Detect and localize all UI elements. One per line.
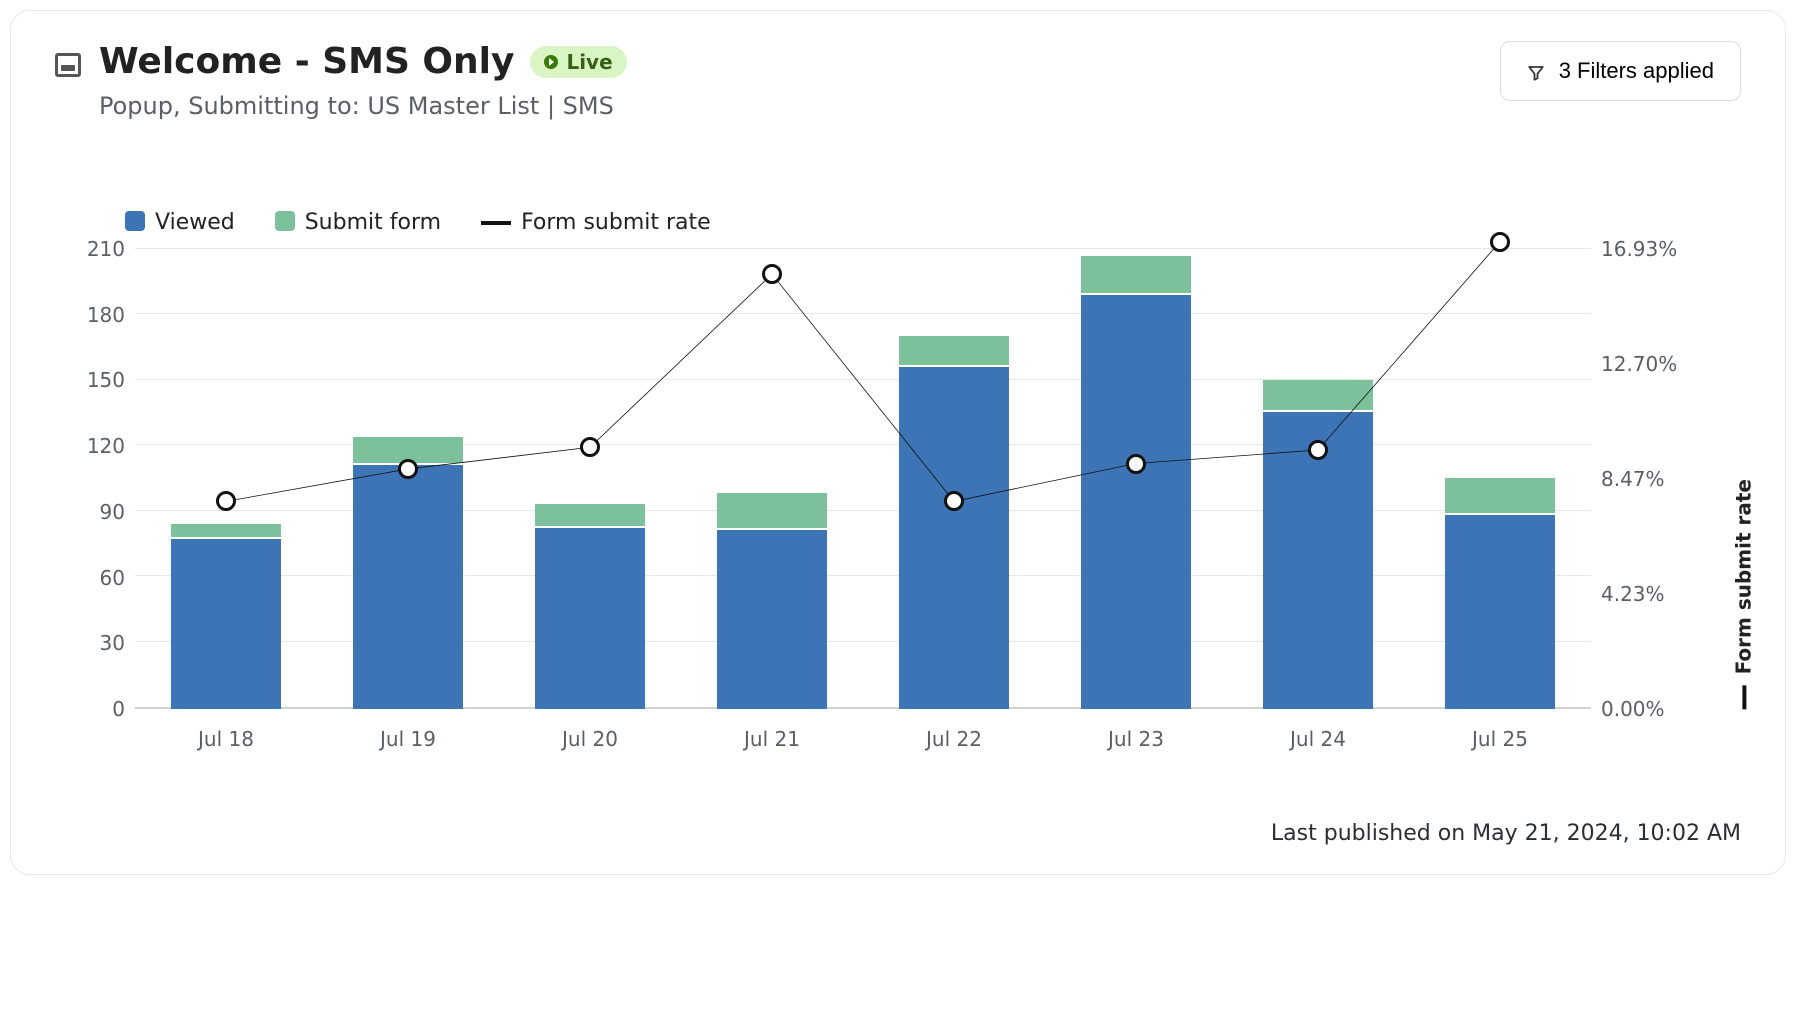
x-axis: Jul 18Jul 19Jul 20Jul 21Jul 22Jul 23Jul … — [135, 709, 1591, 751]
line-point — [1308, 440, 1328, 460]
legend-viewed-swatch — [125, 211, 145, 231]
y-left-tick: 30 — [100, 631, 125, 655]
legend-rate-label: Form submit rate — [521, 210, 711, 235]
analytics-card: Welcome - SMS Only Live Popup, Submittin… — [10, 10, 1786, 875]
status-badge: Live — [530, 46, 626, 78]
line-point — [398, 459, 418, 479]
line-point — [1490, 232, 1510, 252]
last-published: Last published on May 21, 2024, 10:02 AM — [55, 821, 1741, 846]
y-right-tick: 4.23% — [1601, 582, 1665, 606]
x-tick: Jul 21 — [681, 709, 863, 751]
x-tick: Jul 18 — [135, 709, 317, 751]
y-right-tick: 8.47% — [1601, 467, 1665, 491]
y-left-tick: 150 — [87, 368, 125, 392]
y-left-tick: 60 — [100, 566, 125, 590]
card-subtitle: Popup, Submitting to: US Master List | S… — [99, 92, 627, 120]
x-tick: Jul 20 — [499, 709, 681, 751]
line-point — [216, 491, 236, 511]
line-point — [762, 264, 782, 284]
legend-submit-swatch — [275, 211, 295, 231]
y-right-tick: 12.70% — [1601, 352, 1677, 376]
filter-icon — [1527, 62, 1545, 80]
y-right-tick: 0.00% — [1601, 697, 1665, 721]
legend-submit-label: Submit form — [305, 210, 441, 235]
y-axis-right: 0.00%4.23%8.47%12.70%16.93% — [1591, 249, 1701, 709]
y2-axis-dash-icon — [1742, 685, 1746, 709]
y-right-tick: 16.93% — [1601, 237, 1677, 261]
title-block: Welcome - SMS Only Live Popup, Submittin… — [55, 41, 627, 120]
x-tick: Jul 24 — [1227, 709, 1409, 751]
y-axis-left: 0306090120150180210 — [55, 249, 135, 709]
y-left-tick: 180 — [87, 303, 125, 327]
filters-button-label: 3 Filters applied — [1559, 58, 1714, 84]
x-tick: Jul 25 — [1409, 709, 1591, 751]
y2-axis-title: Form submit rate — [1731, 479, 1755, 709]
filters-button[interactable]: 3 Filters applied — [1500, 41, 1741, 101]
x-tick: Jul 19 — [317, 709, 499, 751]
popup-icon — [55, 53, 81, 77]
line-point — [944, 491, 964, 511]
legend-rate: Form submit rate — [481, 210, 711, 235]
play-icon — [544, 55, 558, 69]
y2-axis-label-text: Form submit rate — [1731, 479, 1755, 674]
line-point — [580, 437, 600, 457]
card-title-row: Welcome - SMS Only Live — [99, 41, 627, 82]
card-header: Welcome - SMS Only Live Popup, Submittin… — [55, 41, 1741, 120]
y-left-tick: 90 — [100, 500, 125, 524]
y-axis-right-wrap: 0.00%4.23%8.47%12.70%16.93% Form submit … — [1591, 249, 1741, 709]
x-tick: Jul 23 — [1045, 709, 1227, 751]
plot-area — [135, 249, 1591, 709]
y-left-tick: 120 — [87, 434, 125, 458]
y2-title-wrap: Form submit rate — [1701, 249, 1741, 709]
status-badge-label: Live — [566, 50, 612, 74]
legend-viewed-label: Viewed — [155, 210, 235, 235]
legend-rate-swatch — [481, 221, 511, 225]
card-title: Welcome - SMS Only — [99, 41, 514, 82]
chart: 0306090120150180210 0.00%4.23%8.47%12.70… — [55, 249, 1741, 709]
line-layer — [135, 249, 1591, 707]
y-left-tick: 210 — [87, 237, 125, 261]
legend-submit: Submit form — [275, 210, 441, 235]
y-left-tick: 0 — [112, 697, 125, 721]
legend-viewed: Viewed — [125, 210, 235, 235]
x-tick: Jul 22 — [863, 709, 1045, 751]
line-point — [1126, 454, 1146, 474]
